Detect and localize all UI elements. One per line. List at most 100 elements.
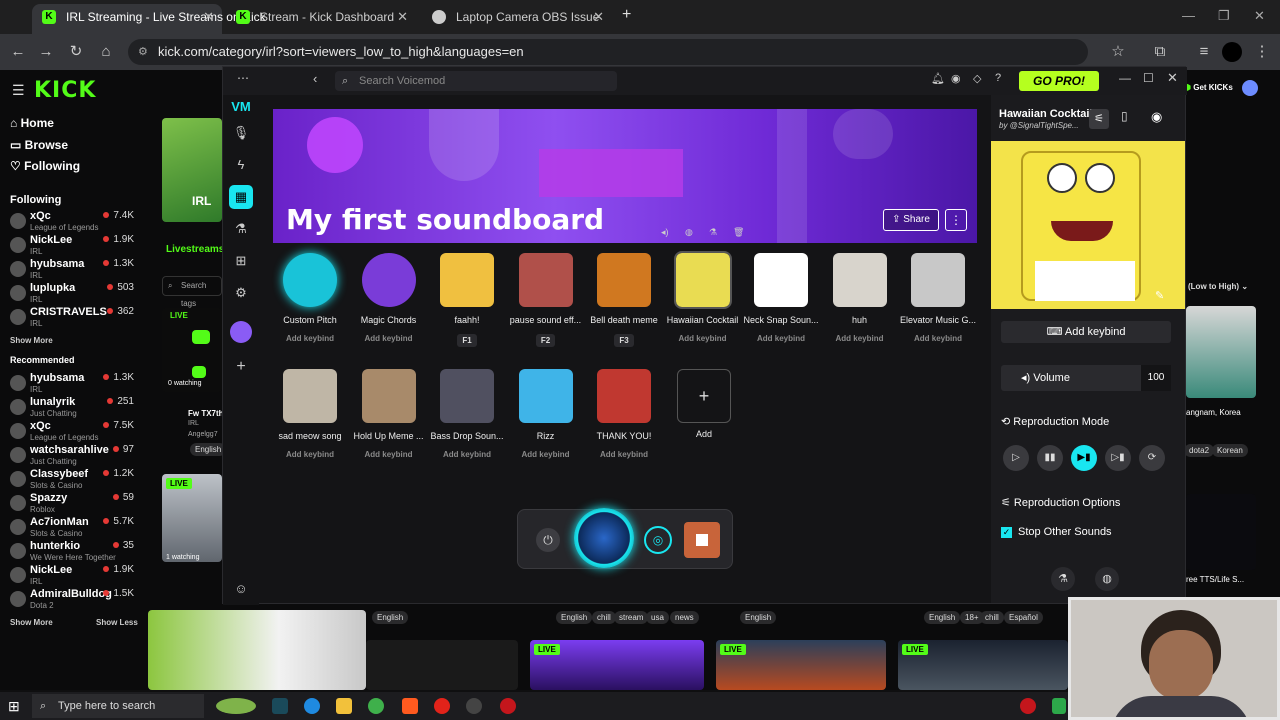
opera-icon[interactable] [434, 698, 450, 714]
video-thumb-5[interactable]: LIVE [898, 640, 1068, 690]
back-icon[interactable]: ← [8, 42, 28, 62]
sound-image[interactable] [361, 253, 416, 307]
book-icon[interactable]: ▯ [1121, 109, 1128, 123]
edge-icon[interactable] [304, 698, 320, 714]
weather-widget-icon[interactable] [216, 698, 256, 714]
stream-tag[interactable]: English [556, 611, 593, 624]
sound-image[interactable] [597, 369, 651, 423]
sidebar-channel[interactable]: xQc League of Legends 7.5K [10, 420, 134, 444]
sliders-icon[interactable]: ⚟ [1089, 109, 1109, 129]
tag-english[interactable]: English [190, 443, 227, 456]
windows-start-icon[interactable]: ⊞ [8, 698, 20, 715]
power-icon[interactable]: ⏻ [536, 528, 560, 552]
sidebar-channel[interactable]: Classybeef Slots & Casino 1.2K [10, 468, 134, 492]
flask-icon[interactable]: ⚗ [1051, 567, 1075, 591]
sound-tile[interactable]: Magic Chords Add keybind [350, 253, 428, 353]
video-thumb-2[interactable] [366, 640, 518, 690]
tab-irl-streaming[interactable]: K IRL Streaming - Live Streams on Kick ✕ [32, 4, 266, 34]
sound-keybind[interactable]: Add keybind [821, 334, 899, 343]
show-more-following[interactable]: Show More [10, 336, 53, 345]
sidebar-channel[interactable]: luplupka IRL 503 [10, 282, 134, 306]
taskbar-search-input[interactable]: ⌕ Type here to search [32, 694, 204, 718]
sound-image[interactable] [283, 369, 337, 423]
sound-tile[interactable]: Bass Drop Soun... Add keybind [428, 369, 506, 469]
sort-dropdown[interactable]: (Low to High) ⌄ [1188, 282, 1248, 291]
user-avatar[interactable] [1242, 80, 1258, 96]
sound-keybind[interactable]: Add keybind [350, 334, 428, 343]
sound-keybind[interactable]: Add keybind [664, 334, 742, 343]
add-sound-button[interactable]: + [677, 369, 731, 423]
share-button[interactable]: ⇪ Share [883, 209, 939, 231]
sound-image[interactable] [440, 253, 494, 307]
sound-keybind[interactable]: Add keybind [271, 450, 349, 459]
tab-laptop-camera[interactable]: Laptop Camera OBS Issue ✕ [422, 4, 612, 34]
brave-icon[interactable] [402, 698, 418, 714]
sidebar-channel[interactable]: NickLee IRL 1.9K [10, 234, 134, 258]
add-soundboard-icon[interactable]: + [231, 357, 251, 377]
soundboard-avatar-icon[interactable] [230, 321, 252, 343]
stream-tag[interactable]: usa [646, 611, 669, 624]
sound-image[interactable] [518, 253, 573, 307]
sound-keybind[interactable]: Add keybind [271, 334, 349, 343]
lightning-icon[interactable]: ϟ [231, 155, 251, 175]
more-options-button[interactable]: ⋮ [945, 209, 967, 231]
sound-keybind[interactable]: F1 [457, 334, 477, 347]
sound-tile[interactable]: Elevator Music G... Add keybind [899, 253, 977, 353]
sound-keybind[interactable]: Add keybind [350, 450, 428, 459]
sidebar-channel[interactable]: xQc League of Legends 7.4K [10, 210, 134, 234]
tag-korean[interactable]: Korean [1212, 444, 1248, 457]
tray-icon-2[interactable] [1052, 698, 1066, 714]
close-window-icon[interactable]: ✕ [1254, 8, 1265, 24]
mask-icon[interactable]: ◍ [1095, 567, 1119, 591]
user-icon[interactable]: ☺ [231, 579, 251, 599]
show-more-recommended[interactable]: Show More [10, 618, 53, 627]
sound-image[interactable] [283, 253, 337, 307]
sound-image[interactable] [518, 369, 573, 423]
stream-card-thumb-2[interactable]: LIVE 1 watching [162, 474, 222, 562]
explorer-icon[interactable] [336, 698, 352, 714]
flask-icon[interactable]: ⚗ [231, 219, 251, 239]
maximize-icon[interactable]: ☐ [1143, 71, 1154, 85]
sound-tile[interactable]: Custom Pitch Add keybind [271, 253, 349, 353]
sound-tile[interactable]: pause sound eff... F2 [507, 253, 585, 353]
voice-changer-orb[interactable] [574, 508, 634, 568]
extensions-icon[interactable]: ⧉ [1150, 42, 1170, 62]
mask-mini-icon[interactable]: ◍ [685, 227, 693, 238]
mode-play-stop[interactable]: ▶▮ [1071, 445, 1097, 471]
sidebar-channel[interactable]: hyubsama IRL 1.3K [10, 372, 134, 396]
soundboard-icon[interactable]: ▦ [229, 185, 253, 209]
trash-icon[interactable]: 🗑︎ [733, 227, 744, 238]
kick-logo[interactable]: KICK [34, 78, 96, 103]
stream-tag[interactable]: chill [592, 611, 616, 624]
address-bar[interactable]: ⚙ kick.com/category/irl?sort=viewers_low… [128, 39, 1088, 65]
sound-keybind[interactable]: Add keybind [899, 334, 977, 343]
sound-keybind[interactable]: Add keybind [585, 450, 663, 459]
back-chevron-icon[interactable]: ‹ [313, 71, 317, 86]
help-icon[interactable]: ? [995, 72, 1001, 84]
discord-icon[interactable]: ◉ [951, 72, 961, 85]
stream-card-thumb[interactable]: LIVE 0 watching [162, 308, 222, 392]
show-less[interactable]: Show Less [96, 618, 138, 627]
voicemod-taskbar-icon[interactable] [272, 698, 288, 714]
go-pro-button[interactable]: GO PRO! [1019, 71, 1099, 91]
mode-play-restart[interactable]: ▷ [1003, 445, 1029, 471]
minimize-icon[interactable]: — [1182, 8, 1195, 23]
video-thumb-3[interactable]: LIVE [530, 640, 704, 690]
sound-keybind[interactable]: F3 [614, 334, 634, 347]
livestreams-tab[interactable]: Livestreams [166, 244, 224, 255]
forward-icon[interactable]: → [36, 42, 56, 62]
checkbox-checked-icon[interactable]: ✓ [1001, 527, 1012, 538]
sound-tile[interactable]: faahh! F1 [428, 253, 506, 353]
bell-icon[interactable]: 🔔︎ [931, 72, 945, 85]
stream-tag[interactable]: news [670, 611, 699, 624]
profile-avatar[interactable] [1222, 42, 1242, 62]
sound-image[interactable] [361, 369, 416, 423]
edit-pencil-icon[interactable]: ✎ [1155, 289, 1164, 302]
sound-image[interactable] [597, 253, 651, 307]
stream-tag[interactable]: English [372, 611, 409, 624]
sound-tile[interactable]: huh Add keybind [821, 253, 899, 353]
get-kicks-button[interactable]: ⬢ Get KICKs [1184, 80, 1240, 96]
sound-image[interactable] [754, 253, 808, 307]
sidebar-channel[interactable]: Ac7ionMan Slots & Casino 5.7K [10, 516, 134, 540]
tab-kick-dashboard[interactable]: K Stream - Kick Dashboard ✕ [226, 4, 416, 34]
